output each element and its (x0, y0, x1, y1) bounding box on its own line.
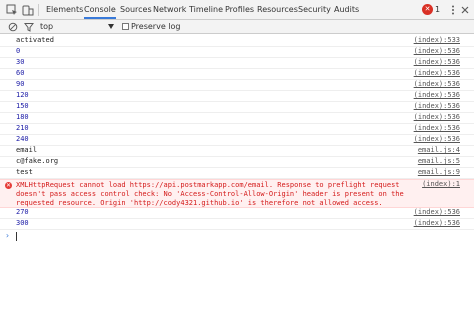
message-text: 30 (16, 58, 25, 66)
source-link[interactable]: (index):536 (414, 124, 460, 132)
console-input[interactable] (16, 232, 17, 241)
console-message: 210 (index):536 (0, 124, 474, 135)
console-message: 270 (index):536 (0, 208, 474, 219)
console-message: 60 (index):536 (0, 69, 474, 80)
console-message: 120 (index):536 (0, 91, 474, 102)
message-text: 120 (16, 91, 29, 99)
console-message: 240 (index):536 (0, 135, 474, 146)
error-count[interactable]: 1 (435, 0, 440, 19)
message-text: 300 (16, 219, 29, 227)
source-link[interactable]: (index):536 (414, 219, 460, 227)
preserve-log-label: Preserve log (131, 22, 181, 31)
source-link[interactable]: email.js:9 (418, 168, 460, 176)
tab-resources[interactable]: Resources (257, 0, 298, 19)
error-text: XMLHttpRequest cannot load https://api.p… (16, 181, 408, 207)
message-text: 150 (16, 102, 29, 110)
source-link[interactable]: (index):536 (414, 69, 460, 77)
message-text: test (16, 168, 33, 176)
device-toolbar-icon[interactable] (22, 4, 34, 16)
source-link[interactable]: (index):536 (414, 58, 460, 66)
source-link[interactable]: (index):536 (414, 113, 460, 121)
message-text: 210 (16, 124, 29, 132)
error-icon: ✕ (5, 182, 12, 189)
message-text: 270 (16, 208, 29, 216)
error-badge-icon[interactable]: ✕ (422, 4, 433, 15)
message-text: 240 (16, 135, 29, 143)
console-message: 150 (index):536 (0, 102, 474, 113)
more-options-icon[interactable] (450, 4, 456, 16)
message-text: 0 (16, 47, 21, 55)
source-link[interactable]: (index):536 (414, 80, 460, 88)
console-message: activated (index):533 (0, 36, 474, 47)
tab-elements[interactable]: Elements (46, 0, 83, 19)
source-link[interactable]: (index):536 (414, 91, 460, 99)
filter-icon[interactable] (24, 22, 34, 32)
message-text: activated (16, 36, 54, 44)
console-message: 180 (index):536 (0, 113, 474, 124)
tab-audits[interactable]: Audits (334, 0, 359, 19)
message-text: c@fake.org (16, 157, 59, 165)
source-link[interactable]: (index):536 (414, 47, 460, 55)
message-text: 90 (16, 80, 25, 88)
console-message: test email.js:9 (0, 168, 474, 179)
console-message: 0 (index):536 (0, 47, 474, 58)
inspect-element-icon[interactable] (6, 4, 18, 16)
tab-network[interactable]: Network (153, 0, 186, 19)
message-text: 180 (16, 113, 29, 121)
toolbar-separator (38, 4, 39, 16)
message-text: 60 (16, 69, 25, 77)
console-error-message: ✕ XMLHttpRequest cannot load https://api… (0, 179, 474, 208)
clear-console-icon[interactable] (8, 22, 18, 32)
source-link[interactable]: (index):533 (414, 36, 460, 44)
chevron-down-icon[interactable] (108, 24, 114, 29)
tab-timeline[interactable]: Timeline (189, 0, 223, 19)
context-selector[interactable]: top (40, 20, 53, 33)
source-link[interactable]: (index):1 (422, 180, 460, 188)
tab-console[interactable]: Console (84, 0, 116, 19)
devtools-tabbar: Elements Console Sources Network Timelin… (0, 0, 474, 20)
console-message: c@fake.org email.js:5 (0, 157, 474, 168)
console-message: 90 (index):536 (0, 80, 474, 91)
console-prompt-icon: › (5, 231, 10, 240)
source-link[interactable]: email.js:5 (418, 157, 460, 165)
source-link[interactable]: (index):536 (414, 208, 460, 216)
source-link[interactable]: (index):536 (414, 135, 460, 143)
close-devtools-icon[interactable] (460, 4, 470, 16)
tab-profiles[interactable]: Profiles (225, 0, 254, 19)
tab-sources[interactable]: Sources (120, 0, 152, 19)
console-message: email email.js:4 (0, 146, 474, 157)
console-message: 30 (index):536 (0, 58, 474, 69)
tab-security[interactable]: Security (298, 0, 331, 19)
console-toolbar: top Preserve log (0, 20, 474, 34)
preserve-log-checkbox[interactable] (122, 23, 129, 30)
source-link[interactable]: (index):536 (414, 102, 460, 110)
source-link[interactable]: email.js:4 (418, 146, 460, 154)
console-message: 300 (index):536 (0, 219, 474, 230)
message-text: email (16, 146, 38, 154)
